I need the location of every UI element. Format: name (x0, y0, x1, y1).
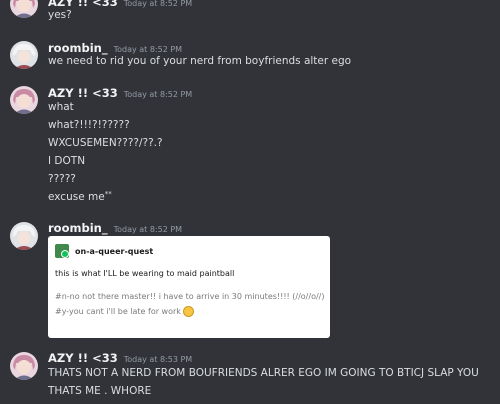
post-tag[interactable]: #n-no not there master!! i have to arriv… (55, 292, 324, 301)
message-text: what?!!!?!????? (48, 119, 130, 131)
blog-name[interactable]: on-a-queer-quest (75, 247, 153, 256)
avatar[interactable] (10, 352, 38, 380)
message-text: we need to rid you of your nerd from boy… (48, 55, 352, 67)
message-text: THATS ME . WHORE (48, 385, 152, 397)
message-text: yes? (48, 9, 72, 21)
message-text: I DOTN (48, 155, 86, 167)
message-text: WXCUSEMEN????/??.? (48, 137, 163, 149)
message-text: ????? (48, 173, 76, 185)
blog-avatar (55, 244, 69, 258)
message-text-suffix: ** (104, 190, 112, 198)
message-text: what (48, 101, 74, 113)
author-name[interactable]: AZY !! <33 (48, 86, 118, 100)
post-tag-text: #y-you cant i'll be late for work (55, 307, 181, 316)
message-text: THATS NOT A NERD FROM BOUFRIENDS ALRER E… (48, 367, 479, 379)
post-body: this is what I'LL be wearing to maid pai… (55, 269, 235, 278)
author-name[interactable]: AZY !! <33 (48, 351, 118, 365)
timestamp: Today at 8:52 PM (123, 0, 193, 8)
weary-face-icon (182, 306, 194, 317)
author-name[interactable]: AZY !! <33 (48, 0, 118, 9)
timestamp: Today at 8:52 PM (113, 225, 183, 234)
timestamp: Today at 8:53 PM (123, 355, 193, 364)
avatar[interactable] (10, 86, 38, 114)
timestamp: Today at 8:52 PM (123, 90, 193, 99)
post-tag[interactable]: #y-you cant i'll be late for work (55, 306, 194, 317)
avatar[interactable] (10, 0, 38, 18)
message-text-main: excuse me (48, 191, 105, 203)
chat-message-list: AZY !! <33 Today at 8:52 PM yes? roombin… (0, 0, 500, 404)
avatar[interactable] (10, 222, 38, 250)
tumblr-post-embed[interactable]: on-a-queer-quest this is what I'LL be we… (48, 236, 330, 338)
message-text: excuse me** (48, 190, 112, 203)
author-name[interactable]: roombin_ (48, 221, 108, 235)
avatar[interactable] (10, 41, 38, 69)
author-name[interactable]: roombin_ (48, 41, 108, 55)
timestamp: Today at 8:52 PM (113, 45, 183, 54)
